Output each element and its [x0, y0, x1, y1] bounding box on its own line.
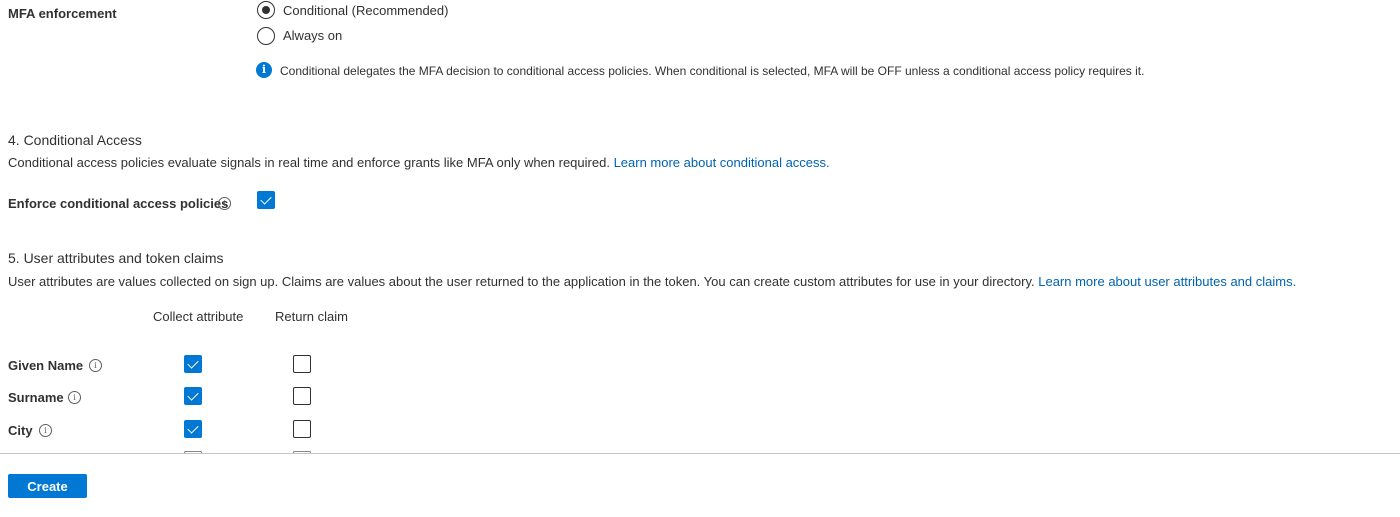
conditional-access-learn-more-link[interactable]: Learn more about conditional access. — [614, 155, 830, 170]
info-circle-outline-icon[interactable]: i — [218, 197, 231, 210]
conditional-access-description: Conditional access policies evaluate sig… — [8, 155, 830, 170]
user-attributes-description-text: User attributes are values collected on … — [8, 274, 1035, 289]
column-header-collect: Collect attribute — [153, 309, 244, 324]
info-circle-filled-icon: i — [256, 62, 272, 78]
footer-bar — [0, 454, 1400, 517]
footer-divider — [0, 453, 1400, 454]
user-attributes-description: User attributes are values collected on … — [8, 274, 1296, 289]
enforce-policies-checkbox[interactable] — [257, 191, 275, 209]
user-attributes-learn-more-link[interactable]: Learn more about user attributes and cla… — [1038, 274, 1296, 289]
info-circle-outline-icon[interactable]: i — [89, 359, 102, 372]
create-button[interactable]: Create — [8, 474, 87, 498]
conditional-access-title: 4. Conditional Access — [8, 132, 142, 148]
info-circle-outline-icon[interactable]: i — [68, 391, 81, 404]
collect-checkbox-city[interactable] — [184, 420, 202, 438]
radio-conditional[interactable] — [257, 1, 275, 19]
mfa-enforcement-label: MFA enforcement — [8, 6, 117, 21]
conditional-access-description-text: Conditional access policies evaluate sig… — [8, 155, 610, 170]
return-checkbox-surname[interactable] — [293, 387, 311, 405]
collect-checkbox-surname[interactable] — [184, 387, 202, 405]
attribute-label: Surname — [8, 390, 64, 405]
attribute-label: City — [8, 423, 33, 438]
column-header-return: Return claim — [275, 309, 348, 324]
radio-always-on[interactable] — [257, 27, 275, 45]
info-circle-outline-icon[interactable]: i — [39, 424, 52, 437]
user-attributes-title: 5. User attributes and token claims — [8, 250, 224, 266]
radio-always-on-label[interactable]: Always on — [283, 28, 342, 43]
attribute-label: Given Name — [8, 358, 84, 373]
mfa-info-text: Conditional delegates the MFA decision t… — [280, 64, 1145, 78]
collect-checkbox-given-name[interactable] — [184, 355, 202, 373]
radio-conditional-label[interactable]: Conditional (Recommended) — [283, 3, 448, 18]
return-checkbox-given-name[interactable] — [293, 355, 311, 373]
enforce-policies-label: Enforce conditional access policies — [8, 196, 229, 211]
return-checkbox-city[interactable] — [293, 420, 311, 438]
